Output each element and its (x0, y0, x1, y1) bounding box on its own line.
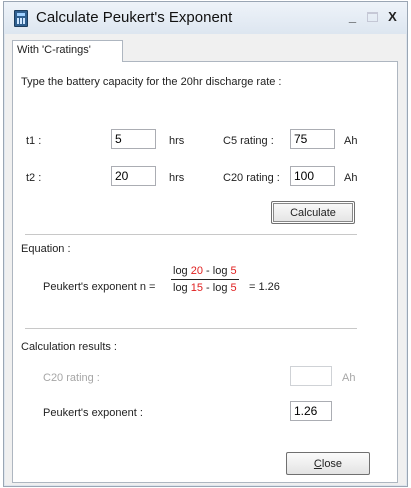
intro-text: Type the battery capacity for the 20hr d… (21, 76, 282, 88)
equation-heading: Equation : (21, 243, 71, 255)
title-bar[interactable]: Calculate Peukert's Exponent _ X (4, 2, 407, 34)
c20-input[interactable] (290, 166, 335, 186)
t2-input[interactable] (111, 166, 156, 186)
denominator-value-2: 5 (230, 282, 237, 294)
caption-buttons: _ X (344, 8, 401, 25)
equation-result: = 1.26 (249, 281, 280, 293)
peukert-exponent-label: Peukert's exponent : (43, 407, 143, 419)
close-button-mnemonic: C (313, 457, 322, 470)
separator-bottom (25, 328, 357, 330)
minimize-button[interactable]: _ (344, 8, 361, 25)
calculate-button[interactable]: Calculate (271, 201, 355, 224)
window-title: Calculate Peukert's Exponent (36, 9, 233, 26)
numerator-operator: - log (203, 265, 231, 277)
t1-label: t1 : (26, 135, 42, 147)
separator-top (25, 234, 357, 236)
equation-denominator: log 15 - log 5 (171, 282, 239, 294)
calculate-peukert-window: Calculate Peukert's Exponent _ X With 'C… (3, 1, 408, 487)
numerator-log: log (173, 265, 188, 277)
denominator-operator: - log (203, 282, 231, 294)
tab-panel: Type the battery capacity for the 20hr d… (12, 61, 398, 483)
c5-unit: Ah (344, 135, 358, 147)
result-c20-label: C20 rating : (43, 372, 100, 384)
c20-unit: Ah (344, 172, 358, 184)
close-button[interactable]: Close (286, 452, 370, 475)
t2-unit: hrs (169, 172, 185, 184)
c5-input[interactable] (290, 129, 335, 149)
close-window-button[interactable]: X (384, 8, 401, 25)
c5-label: C5 rating : (223, 135, 274, 147)
fraction-bar (171, 279, 239, 280)
close-button-label: lose (321, 457, 343, 470)
denominator-log: log (173, 282, 188, 294)
t2-label: t2 : (26, 172, 42, 184)
denominator-value-1: 15 (190, 282, 203, 294)
equation-numerator: log 20 - log 5 (171, 265, 239, 277)
numerator-value-1: 20 (190, 265, 203, 277)
battery-app-icon (14, 10, 28, 27)
peukert-exponent-output (290, 401, 332, 421)
maximize-icon (367, 11, 378, 22)
equation-prefix: Peukert's exponent n = (43, 281, 156, 293)
equation-fraction: log 20 - log 5 log 15 - log 5 (171, 265, 239, 294)
tab-with-c-ratings[interactable]: With 'C-ratings' (12, 40, 123, 62)
result-c20-unit: Ah (342, 372, 356, 384)
t1-input[interactable] (111, 129, 156, 149)
result-c20-input (290, 366, 332, 386)
numerator-value-2: 5 (230, 265, 237, 277)
results-heading: Calculation results : (21, 341, 117, 353)
c20-label: C20 rating : (223, 172, 280, 184)
t1-unit: hrs (169, 135, 185, 147)
maximize-button[interactable] (364, 8, 381, 25)
